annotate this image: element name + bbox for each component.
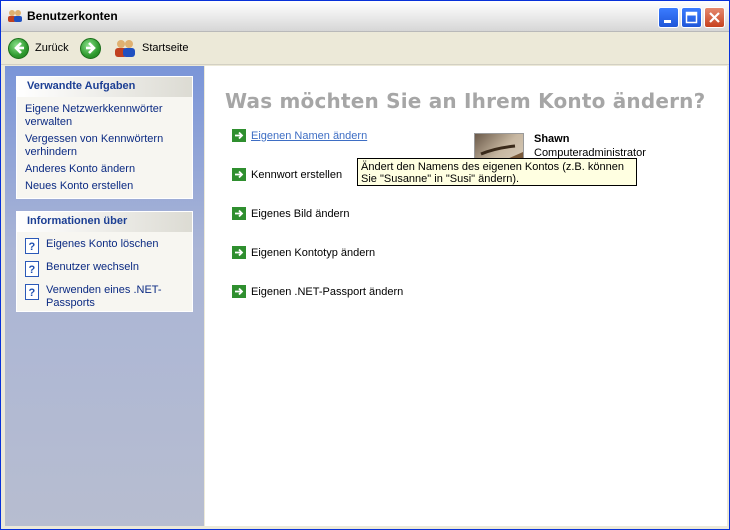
arrow-icon bbox=[232, 168, 246, 181]
option-create-password[interactable]: Kennwort erstellen bbox=[232, 168, 342, 181]
info-item[interactable]: ? Eigenes Konto löschen bbox=[25, 238, 186, 254]
task-link[interactable]: Vergessen von Kennwörtern verhindern bbox=[25, 133, 186, 159]
task-link[interactable]: Neues Konto erstellen bbox=[25, 180, 186, 193]
back-arrow-icon bbox=[8, 37, 29, 59]
arrow-icon bbox=[232, 246, 246, 259]
option-label: Eigenes Bild ändern bbox=[251, 207, 350, 220]
forward-arrow-icon bbox=[80, 37, 101, 59]
close-icon bbox=[709, 12, 720, 23]
tooltip: Ändert den Namens des eigenen Kontos (z.… bbox=[357, 158, 637, 186]
option-change-passport[interactable]: Eigenen .NET-Passport ändern bbox=[232, 285, 403, 298]
help-icon: ? bbox=[25, 238, 39, 254]
option-label: Eigenen .NET-Passport ändern bbox=[251, 285, 404, 298]
info-item-label: Benutzer wechseln bbox=[46, 261, 139, 273]
user-name: Shawn bbox=[534, 133, 570, 145]
option-change-picture[interactable]: Eigenes Bild ändern bbox=[232, 207, 349, 220]
window-title: Benutzerkonten bbox=[27, 9, 118, 23]
task-link[interactable]: Eigene Netzwerkkennwörter verwalten bbox=[25, 103, 186, 129]
task-link[interactable]: Anderes Konto ändern bbox=[25, 163, 186, 176]
maximize-icon bbox=[685, 11, 698, 24]
info-item[interactable]: ? Verwenden eines .NET-Passports bbox=[25, 284, 186, 310]
forward-button[interactable] bbox=[80, 35, 101, 61]
toolbar: Zurück Startseite bbox=[1, 32, 729, 65]
arrow-icon bbox=[232, 285, 246, 298]
title-bar[interactable]: Benutzerkonten bbox=[1, 1, 729, 32]
home-label: Startseite bbox=[142, 42, 189, 54]
related-tasks-title: Verwandte Aufgaben bbox=[17, 77, 192, 97]
home-button[interactable]: Startseite bbox=[114, 35, 188, 61]
info-item-label: Eigenes Konto löschen bbox=[46, 238, 159, 250]
task-pane: Verwandte Aufgaben Eigene Netzwerkkennwö… bbox=[5, 66, 204, 526]
back-label: Zurück bbox=[35, 42, 69, 54]
arrow-icon bbox=[232, 207, 246, 220]
help-icon: ? bbox=[25, 284, 39, 300]
info-item[interactable]: ? Benutzer wechseln bbox=[25, 261, 186, 277]
option-label: Kennwort erstellen bbox=[251, 168, 343, 181]
svg-text:?: ? bbox=[29, 241, 36, 253]
maximize-button[interactable] bbox=[681, 7, 702, 28]
info-item-label: Verwenden eines .NET-Passports bbox=[46, 284, 162, 309]
minimize-button[interactable] bbox=[658, 7, 679, 28]
option-label: Eigenen Kontotyp ändern bbox=[251, 246, 376, 259]
page-heading: Was möchten Sie an Ihrem Konto ändern? bbox=[225, 89, 706, 113]
help-icon: ? bbox=[25, 261, 39, 277]
arrow-icon bbox=[232, 129, 246, 142]
back-button[interactable]: Zurück bbox=[8, 35, 69, 61]
option-label: Eigenen Namen ändern bbox=[251, 129, 368, 142]
window: Benutzerkonten Zurück Startseite Verwand… bbox=[0, 0, 730, 530]
svg-text:?: ? bbox=[29, 264, 36, 276]
related-tasks-panel: Verwandte Aufgaben Eigene Netzwerkkennwö… bbox=[16, 76, 193, 199]
minimize-icon bbox=[664, 20, 671, 23]
option-change-account-type[interactable]: Eigenen Kontotyp ändern bbox=[232, 246, 375, 259]
svg-text:?: ? bbox=[29, 287, 36, 299]
main-content: Was möchten Sie an Ihrem Konto ändern? E… bbox=[205, 66, 727, 526]
users-icon bbox=[8, 10, 22, 22]
option-change-name[interactable]: Eigenen Namen ändern bbox=[232, 129, 367, 142]
close-button[interactable] bbox=[704, 7, 725, 28]
info-title: Informationen über bbox=[17, 212, 192, 232]
users-home-icon bbox=[115, 40, 135, 57]
info-panel: Informationen über ? Eigenes Konto lösch… bbox=[16, 211, 193, 312]
